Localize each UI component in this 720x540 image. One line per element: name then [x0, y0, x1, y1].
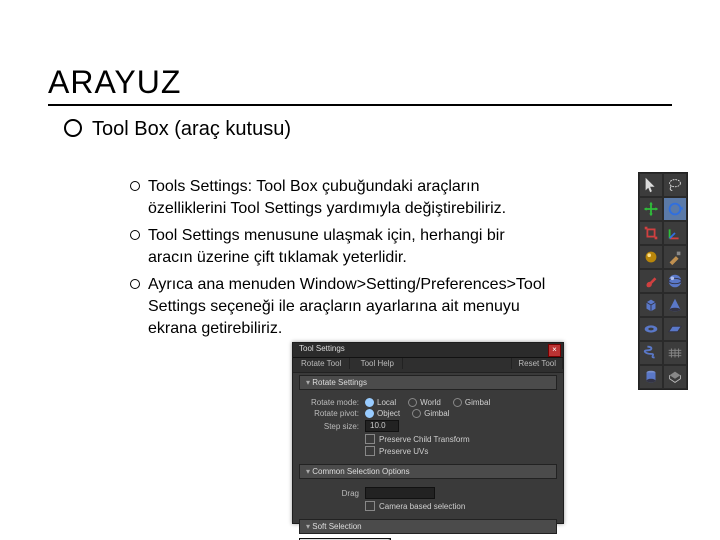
label-step-size: Step size: [301, 422, 359, 431]
section-rotate-settings[interactable]: Rotate Settings [299, 375, 557, 390]
label-rotate-pivot: Rotate pivot: [301, 409, 359, 418]
row-preserve-child: Preserve Child Transform [301, 434, 555, 444]
subtitle-bullet-icon [64, 119, 82, 137]
tool-cursor[interactable] [639, 173, 663, 197]
row-step-size: Step size: 10.0 [301, 420, 555, 432]
row-rotate-mode: Rotate mode: Local World Gimbal [301, 398, 555, 407]
common-selection-body: Drag Camera based selection [293, 481, 563, 517]
tool-ucs[interactable] [663, 221, 687, 245]
body-text: Tools Settings: Tool Box çubuğundaki ara… [130, 176, 550, 345]
close-icon[interactable]: × [548, 344, 561, 357]
row-camera-based: Camera based selection [301, 501, 555, 511]
panel-tabs: Rotate Tool Tool Help Reset Tool [293, 358, 563, 373]
checkbox-camera-based[interactable]: Camera based selection [365, 501, 465, 511]
radio-rotate-pivot-gimbal[interactable]: Gimbal [412, 409, 449, 418]
panel-titlebar[interactable]: Tool Settings × [293, 343, 563, 358]
bullet-icon [130, 181, 140, 191]
tab-tool-help[interactable]: Tool Help [353, 358, 403, 369]
radio-rotate-mode-gimbal[interactable]: Gimbal [453, 398, 490, 407]
tool-softmod[interactable] [639, 245, 663, 269]
row-rotate-pivot: Rotate pivot: Object Gimbal [301, 409, 555, 418]
radio-rotate-pivot-object[interactable]: Object [365, 409, 400, 418]
page-title: ARAYUZ [48, 64, 181, 101]
subtitle-text: Tool Box (araç kutusu) [92, 118, 291, 140]
row-preserve-uvs: Preserve UVs [301, 446, 555, 456]
bullet-icon [130, 230, 140, 240]
tool-cube[interactable] [639, 293, 663, 317]
list-item: Ayrıca ana menuden Window>Setting/Prefer… [130, 274, 550, 339]
tool-scale[interactable] [639, 221, 663, 245]
checkbox-preserve-child[interactable]: Preserve Child Transform [365, 434, 470, 444]
tool-settings-panel: Tool Settings × Rotate Tool Tool Help Re… [292, 342, 564, 524]
tool-cylinder[interactable] [639, 365, 663, 389]
tool-grid[interactable] [663, 341, 687, 365]
radio-rotate-mode-local[interactable]: Local [365, 398, 396, 407]
tool-helix[interactable] [639, 341, 663, 365]
label-rotate-mode: Rotate mode: [301, 398, 359, 407]
list-item-text: Tool Settings menusune ulaşmak için, her… [148, 227, 505, 266]
reset-tool-button[interactable]: Reset Tool [511, 358, 563, 369]
drag-field[interactable] [365, 487, 435, 499]
section-soft-selection[interactable]: Soft Selection [299, 519, 557, 534]
subtitle-row: Tool Box (araç kutusu) [64, 118, 291, 141]
tool-lasso[interactable] [663, 173, 687, 197]
section-common-selection[interactable]: Common Selection Options [299, 464, 557, 479]
radio-rotate-mode-world[interactable]: World [408, 398, 441, 407]
step-size-field[interactable]: 10.0 [365, 420, 399, 432]
rotate-settings-body: Rotate mode: Local World Gimbal Rotate p… [293, 392, 563, 462]
tool-plane[interactable] [663, 317, 687, 341]
label-drag: Drag [301, 489, 359, 498]
tool-torus[interactable] [639, 317, 663, 341]
tool-brush[interactable] [639, 269, 663, 293]
row-drag: Drag [301, 487, 555, 499]
title-rule [48, 104, 672, 106]
tool-cone[interactable] [663, 293, 687, 317]
list-item-text: Tools Settings: Tool Box çubuğundaki ara… [148, 178, 506, 217]
tool-rotate[interactable] [663, 197, 687, 221]
tool-special[interactable] [663, 365, 687, 389]
tool-paint[interactable] [663, 245, 687, 269]
bullet-icon [130, 279, 140, 289]
tab-rotate-tool[interactable]: Rotate Tool [293, 358, 350, 369]
tool-move[interactable] [639, 197, 663, 221]
list-item-text: Ayrıca ana menuden Window>Setting/Prefer… [148, 276, 545, 336]
checkbox-preserve-uvs[interactable]: Preserve UVs [365, 446, 428, 456]
toolbox-strip [638, 172, 688, 390]
tool-sphere[interactable] [663, 269, 687, 293]
list-item: Tool Settings menusune ulaşmak için, her… [130, 225, 550, 268]
panel-title: Tool Settings [299, 344, 345, 353]
list-item: Tools Settings: Tool Box çubuğundaki ara… [130, 176, 550, 219]
